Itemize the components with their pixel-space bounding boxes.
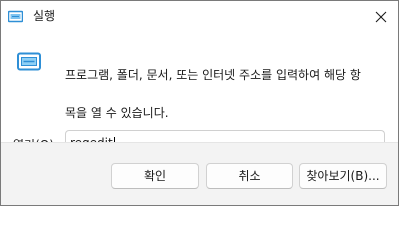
description-line-1: 프로그램, 폴더, 문서, 또는 인터넷 주소를 입력하여 해당 항 [65,68,361,82]
close-icon [375,8,387,27]
run-icon [17,52,41,72]
description-line-2: 목을 열 수 있습니다. [65,106,169,120]
window-title: 실행 [33,9,56,23]
ok-button[interactable]: 확인 [111,163,199,189]
browse-button[interactable]: 찾아보기(B)... [299,163,387,189]
description: 프로그램, 폴더, 문서, 또는 인터넷 주소를 입력하여 해당 항 목을 열 … [65,47,391,142]
run-dialog: 실행 프로그램, 폴더, 문서, 또는 인터넷 주소를 입력하여 해당 항 목을… [0,0,399,206]
dialog-content: 프로그램, 폴더, 문서, 또는 인터넷 주소를 입력하여 해당 항 목을 열 … [1,33,398,157]
close-button[interactable] [364,1,398,33]
title-bar[interactable]: 실행 [1,1,398,33]
cancel-button[interactable]: 취소 [206,163,293,189]
button-bar: 확인 취소 찾아보기(B)... [1,142,398,205]
run-dialog-icon [7,9,24,24]
